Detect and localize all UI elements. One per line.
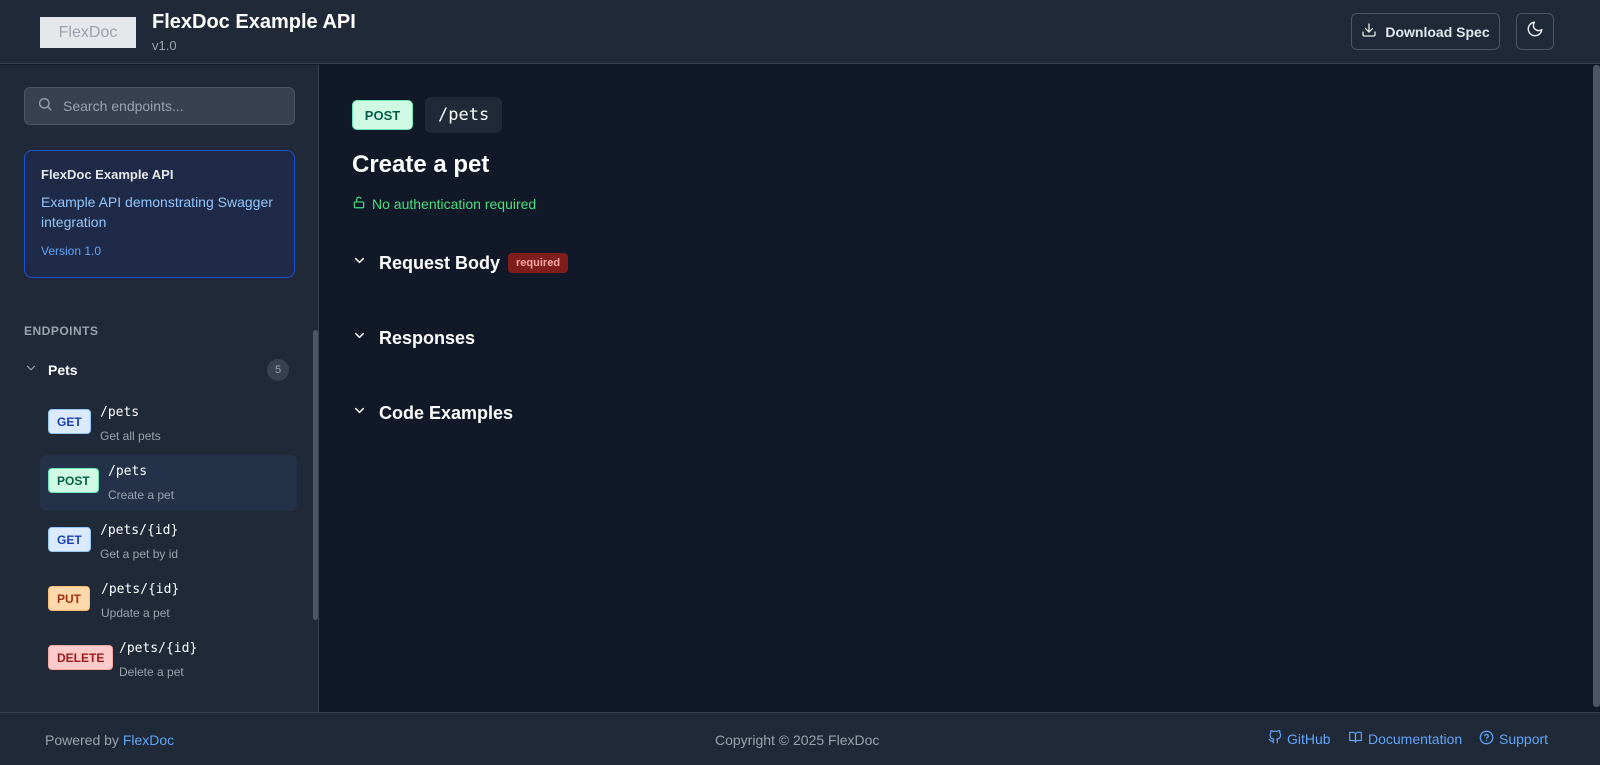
sidebar-endpoint-post-pets[interactable]: POST /pets Create a pet bbox=[40, 455, 297, 511]
github-label: GitHub bbox=[1287, 730, 1331, 747]
search-box[interactable] bbox=[24, 87, 295, 125]
endpoint-summary: Update a pet bbox=[101, 606, 170, 620]
download-icon bbox=[1361, 22, 1377, 41]
powered-by: Powered by FlexDoc bbox=[45, 732, 174, 748]
endpoint-title: Create a pet bbox=[352, 151, 490, 178]
endpoint-path: /pets bbox=[108, 464, 148, 479]
sidebar-endpoint-delete-pet[interactable]: DELETE /pets/{id} Delete a pet bbox=[40, 632, 297, 688]
sidebar-endpoint-get-pet-by-id[interactable]: GET /pets/{id} Get a pet by id bbox=[40, 514, 297, 570]
auth-status-text: No authentication required bbox=[372, 196, 537, 212]
powered-by-prefix: Powered by bbox=[45, 732, 119, 748]
group-toggle-pets[interactable]: Pets 5 bbox=[24, 357, 289, 383]
main-scrollbar[interactable] bbox=[1593, 65, 1600, 707]
method-badge: DELETE bbox=[48, 645, 114, 670]
download-spec-button[interactable]: Download Spec bbox=[1351, 13, 1500, 50]
sidebar-scrollbar[interactable] bbox=[313, 330, 318, 620]
endpoint-path: /pets bbox=[100, 405, 140, 420]
app-header: FlexDoc FlexDoc Example API v1.0 Downloa… bbox=[0, 0, 1600, 64]
endpoint-path: /pets bbox=[425, 97, 503, 133]
sidebar: FlexDoc Example API Example API demonstr… bbox=[0, 65, 319, 712]
app-version: v1.0 bbox=[152, 38, 177, 53]
auth-status: No authentication required bbox=[352, 195, 536, 213]
endpoint-summary: Create a pet bbox=[108, 488, 175, 502]
sidebar-endpoint-get-pets[interactable]: GET /pets Get all pets bbox=[40, 396, 297, 452]
section-code-examples[interactable]: Code Examples bbox=[352, 398, 513, 428]
method-badge: POST bbox=[48, 468, 99, 493]
endpoint-summary: Delete a pet bbox=[119, 665, 184, 679]
api-info-title: FlexDoc Example API bbox=[41, 167, 174, 182]
endpoint-path: /pets/{id} bbox=[101, 582, 180, 597]
search-input[interactable] bbox=[63, 98, 283, 114]
unlock-icon bbox=[352, 195, 366, 213]
chevron-down-icon bbox=[352, 403, 367, 423]
method-badge: GET bbox=[48, 527, 91, 552]
theme-toggle-button[interactable] bbox=[1516, 13, 1554, 50]
endpoint-path: /pets/{id} bbox=[100, 523, 179, 538]
section-request-body[interactable]: Request Body required bbox=[352, 248, 569, 278]
main-content: POST /pets Create a pet No authenticatio… bbox=[320, 65, 1600, 712]
download-spec-label: Download Spec bbox=[1385, 23, 1490, 40]
logo: FlexDoc bbox=[40, 17, 136, 48]
footer: Powered by FlexDoc Copyright © 2025 Flex… bbox=[0, 712, 1600, 765]
documentation-label: Documentation bbox=[1368, 730, 1463, 747]
api-info-card: FlexDoc Example API Example API demonstr… bbox=[24, 150, 295, 278]
endpoint-summary: Get all pets bbox=[100, 429, 161, 443]
api-info-description: Example API demonstrating Swagger integr… bbox=[41, 194, 273, 230]
required-badge: required bbox=[508, 253, 569, 273]
support-label: Support bbox=[1499, 731, 1549, 747]
method-badge: GET bbox=[48, 409, 91, 434]
group-name: Pets bbox=[48, 362, 78, 378]
endpoints-heading: ENDPOINTS bbox=[24, 324, 99, 338]
app-title: FlexDoc Example API bbox=[152, 11, 356, 33]
section-responses[interactable]: Responses bbox=[352, 323, 475, 353]
support-link[interactable]: Support bbox=[1479, 730, 1548, 748]
github-icon bbox=[1268, 729, 1282, 747]
chevron-down-icon bbox=[352, 328, 367, 348]
book-icon bbox=[1348, 730, 1363, 747]
github-link[interactable]: GitHub bbox=[1268, 729, 1331, 747]
copyright: Copyright © 2025 FlexDoc bbox=[715, 732, 880, 748]
endpoint-summary: Get a pet by id bbox=[100, 547, 179, 561]
sidebar-endpoint-put-pet[interactable]: PUT /pets/{id} Update a pet bbox=[40, 573, 297, 629]
api-info-version: Version 1.0 bbox=[41, 244, 102, 258]
method-badge: POST bbox=[352, 100, 413, 130]
endpoint-path: /pets/{id} bbox=[119, 641, 198, 656]
method-badge: PUT bbox=[48, 586, 90, 611]
section-title: Responses bbox=[379, 327, 476, 348]
help-circle-icon bbox=[1479, 730, 1494, 748]
section-title: Code Examples bbox=[379, 402, 514, 423]
flexdoc-link[interactable]: FlexDoc bbox=[123, 732, 174, 748]
search-icon bbox=[37, 96, 53, 117]
moon-icon bbox=[1526, 20, 1544, 43]
chevron-down-icon bbox=[24, 361, 38, 380]
group-count-badge: 5 bbox=[267, 359, 289, 381]
documentation-link[interactable]: Documentation bbox=[1348, 730, 1462, 747]
chevron-down-icon bbox=[352, 253, 367, 273]
section-title: Request Body bbox=[379, 252, 501, 273]
